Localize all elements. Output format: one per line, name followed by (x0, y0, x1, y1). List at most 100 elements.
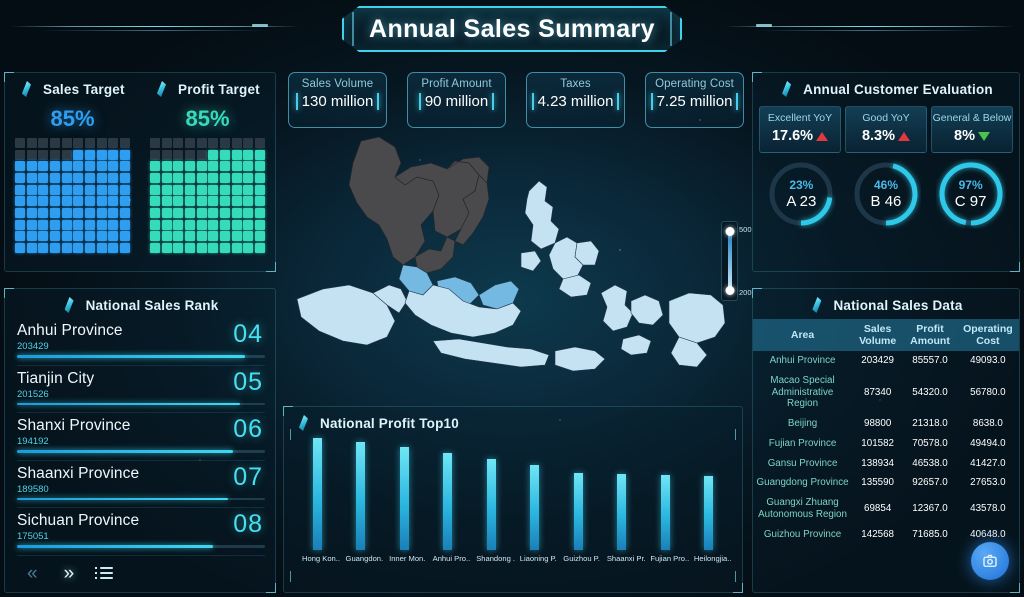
table-cell-cost: 43578.0 (970, 503, 1006, 514)
waffle-cell (38, 207, 49, 219)
table-cell-profit: 92657.0 (912, 477, 948, 489)
table-cell-cost: 49494.0 (970, 437, 1006, 449)
table-row[interactable]: Anhui Province 203429 85557.0 49093.0 (753, 351, 1019, 371)
kpi-card-taxes[interactable]: Taxes 4.23 million (526, 72, 625, 128)
kpi-card-operating-cost[interactable]: Operating Cost 7.25 million (645, 72, 744, 128)
waffle-cell (231, 219, 242, 230)
waffle-cell (61, 207, 72, 219)
list-item[interactable]: Anhui Province 203429 04 (17, 318, 265, 366)
waffle-cell (38, 219, 49, 230)
waffle-cell (150, 242, 161, 254)
kpi-label: Taxes (560, 78, 591, 90)
table-row[interactable]: Guangxi Zhuang Autonomous Region 69854 123… (753, 493, 1019, 525)
evaluation-chip[interactable]: Good YoY 8.3% (845, 106, 927, 153)
bar-label: Fujian Pro.. (650, 554, 690, 563)
bar[interactable] (617, 473, 627, 550)
camera-icon[interactable] (971, 542, 1009, 580)
bar-chart-x-labels: Hong Kon.. Guangdon. Inner Mon. Anhui Pro..… (302, 554, 732, 563)
kpi-card-sales-volume[interactable]: Sales Volume 130 million (288, 72, 387, 128)
waffle-cell (208, 161, 219, 172)
bar-label: Shaanxi Pr. (606, 554, 646, 563)
table-column-header[interactable]: Area (753, 319, 853, 352)
bar-column[interactable] (346, 438, 376, 550)
waffle-cell (219, 196, 231, 207)
bar[interactable] (356, 442, 366, 550)
dashboard-header: Annual Sales Summary (0, 0, 1024, 62)
slider-knob-max[interactable] (725, 227, 734, 236)
bar-column[interactable] (433, 438, 463, 550)
table-cell-sales: 203429 (861, 355, 894, 367)
kpi-label: Sales Volume (301, 78, 374, 90)
waffle-cell (243, 231, 254, 242)
table-cell-area: Guangxi Zhuang Autonomous Region (758, 497, 847, 520)
list-icon[interactable] (95, 567, 114, 579)
waffle-cell (38, 184, 49, 195)
bar-column[interactable] (520, 438, 550, 550)
bar-column[interactable] (607, 438, 637, 550)
waffle-cell (196, 242, 207, 254)
waffle-cell (231, 231, 242, 242)
evaluation-chip[interactable]: General & Below 8% (931, 106, 1013, 153)
evaluation-donut[interactable]: 46% B 46 (851, 159, 921, 229)
bar[interactable] (486, 459, 496, 550)
table-row[interactable]: Beijing 98800 21318.0 8638.0 (753, 414, 1019, 434)
waffle-cell (84, 138, 96, 149)
evaluation-chip[interactable]: Excellent YoY 17.6% (759, 106, 841, 153)
waffle-cell (150, 231, 161, 242)
table-column-header[interactable]: Sales Volume (852, 319, 904, 352)
waffle-cell (173, 219, 184, 230)
evaluation-donut[interactable]: 97% C 97 (936, 159, 1006, 229)
bar-column[interactable] (476, 438, 506, 550)
waffle-cell (161, 242, 172, 254)
bar[interactable] (704, 476, 714, 550)
next-page-icon[interactable]: » (64, 564, 75, 583)
waffle-cell (219, 219, 231, 230)
bar[interactable] (312, 438, 322, 550)
waffle-cell (38, 231, 49, 242)
slider-track (727, 231, 732, 291)
table-cell-profit: 70578.0 (912, 437, 948, 449)
waffle-cell (15, 231, 26, 242)
list-item[interactable]: Shanxi Province 194192 06 (17, 413, 265, 461)
table-row[interactable]: Macao Special Administrative Region 87340… (753, 371, 1019, 414)
table-row[interactable]: Gansu Province 138934 46538.0 41427.0 (753, 454, 1019, 474)
table-row[interactable]: Guizhou Province 142568 71685.0 40648.0 (753, 525, 1019, 545)
bar[interactable] (573, 472, 583, 550)
list-item[interactable]: Sichuan Province 175051 08 (17, 508, 265, 556)
slider-knob-min[interactable] (725, 286, 734, 295)
map-value-slider[interactable]: 500 200 (721, 221, 752, 301)
bar-column[interactable] (694, 438, 724, 550)
waffle-cell (84, 207, 96, 219)
evaluation-donut[interactable]: 23% A 23 (766, 159, 836, 229)
kpi-card-profit-amount[interactable]: Profit Amount 90 million (407, 72, 506, 128)
southeast-asia-map[interactable]: 500 200 (283, 133, 752, 405)
bar-column[interactable] (563, 438, 593, 550)
waffle-cell (196, 219, 207, 230)
bar-column[interactable] (650, 438, 680, 550)
chip-value-row: 17.6% (760, 128, 840, 144)
table-row[interactable]: Fujian Province 101582 70578.0 49494.0 (753, 434, 1019, 454)
rank-progress-fill (17, 450, 233, 453)
waffle-cell (73, 172, 84, 184)
list-item[interactable]: Tianjin City 201526 05 (17, 366, 265, 413)
bar[interactable] (530, 464, 540, 550)
prev-page-icon[interactable]: « (27, 564, 38, 583)
bar[interactable] (443, 452, 453, 550)
waffle-cell (184, 138, 196, 149)
kpi-label: Profit Amount (421, 78, 492, 90)
table-row[interactable]: Guangdong Province 135590 92657.0 27653.0 (753, 473, 1019, 493)
rank-progress-track (17, 402, 265, 405)
list-item[interactable]: Shaanxi Province 189580 07 (17, 461, 265, 508)
waffle-cell (161, 196, 172, 207)
waffle-cell (208, 184, 219, 195)
bar-column[interactable] (302, 438, 332, 550)
table-column-header[interactable]: Profit Amount (903, 319, 957, 352)
waffle-cell (243, 184, 254, 195)
waffle-cell (196, 149, 207, 160)
table-column-header[interactable]: Operating Cost (956, 319, 1019, 352)
accent-bar-left (295, 93, 298, 110)
sales-target-gauge: Sales Target 85% (5, 73, 140, 254)
bar[interactable] (660, 474, 670, 550)
bar[interactable] (399, 446, 409, 550)
bar-column[interactable] (389, 438, 419, 550)
